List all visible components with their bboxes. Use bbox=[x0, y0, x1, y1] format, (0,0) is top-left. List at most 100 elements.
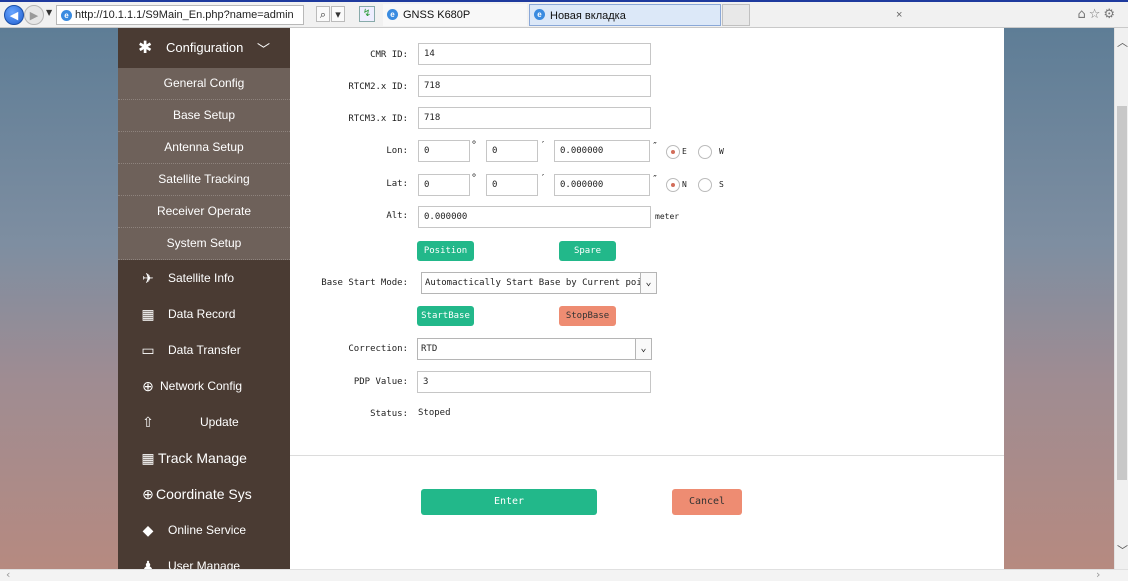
chevron-down-icon: ⌄ bbox=[635, 339, 651, 359]
submenu-base-setup[interactable]: Base Setup bbox=[118, 100, 290, 132]
spare-button[interactable]: Spare bbox=[559, 241, 616, 261]
sidebar-item-data-transfer[interactable]: ▭ Data Transfer bbox=[118, 332, 290, 368]
sidebar-item-track-manage[interactable]: ▦ Track Manage bbox=[118, 440, 290, 476]
correction-select[interactable]: RTD ⌄ bbox=[417, 338, 652, 360]
lon-west-label: W bbox=[719, 147, 724, 156]
submenu-satellite-tracking[interactable]: Satellite Tracking bbox=[118, 164, 290, 196]
lon-east-label: E bbox=[682, 147, 687, 156]
pdop-input[interactable]: 3 bbox=[417, 371, 651, 393]
back-button[interactable]: ◀ bbox=[4, 5, 24, 25]
correction-label: Correction: bbox=[348, 344, 408, 354]
divider bbox=[290, 455, 1004, 456]
lat-south-radio[interactable] bbox=[698, 178, 712, 192]
history-dropdown-icon[interactable]: ▼ bbox=[46, 8, 52, 17]
compatibility-icon[interactable]: ↯ bbox=[359, 6, 375, 22]
lat-north-radio[interactable] bbox=[666, 178, 680, 192]
minute-symbol: ′ bbox=[540, 173, 547, 184]
address-bar[interactable]: e http://10.1.1.1/S9Main_En.php?name=adm… bbox=[56, 5, 304, 25]
vertical-scrollbar[interactable]: ︿ ﹀ bbox=[1114, 28, 1128, 569]
rtcm3-id-label: RTCM3.x ID: bbox=[348, 114, 408, 124]
lat-south-label: S bbox=[719, 180, 724, 189]
lat-degrees-input[interactable]: 0 bbox=[418, 174, 470, 196]
tab-gnss[interactable]: e GNSS K680P × bbox=[383, 4, 902, 26]
sidebar: ✱ Configuration ﹀ General Config Base Se… bbox=[118, 28, 290, 569]
sidebar-item-label: Track Manage bbox=[158, 450, 247, 466]
globe-icon: ⊕ bbox=[142, 378, 154, 394]
lon-seconds-input[interactable]: 0.000000 bbox=[554, 140, 650, 162]
satellite-icon: ✈ bbox=[142, 270, 154, 286]
alt-label: Alt: bbox=[386, 211, 408, 221]
correction-value: RTD bbox=[421, 344, 438, 354]
sidebar-item-label: Configuration bbox=[166, 40, 244, 55]
lon-label: Lon: bbox=[386, 146, 408, 156]
lon-east-radio[interactable] bbox=[666, 145, 680, 159]
tab-new-page[interactable]: e Новая вкладка bbox=[529, 4, 721, 26]
start-base-button[interactable]: StartBase bbox=[417, 306, 474, 326]
address-url: http://10.1.1.1/S9Main_En.php?name=admin bbox=[75, 9, 294, 21]
sidebar-item-label: Data Record bbox=[168, 307, 236, 321]
tab-close-icon[interactable]: × bbox=[896, 4, 902, 26]
sidebar-item-data-record[interactable]: ▦ Data Record bbox=[118, 296, 290, 332]
monitor-icon: ▭ bbox=[141, 342, 155, 358]
horizontal-scrollbar[interactable]: ‹ › bbox=[0, 568, 1128, 581]
status-value: Stoped bbox=[418, 408, 451, 418]
sidebar-item-label: User Manage bbox=[168, 559, 241, 569]
chevron-down-icon: ﹀ bbox=[257, 42, 271, 57]
position-button[interactable]: Position bbox=[417, 241, 474, 261]
sidebar-item-coordinate-sys[interactable]: ⊕ Coordinate Sys bbox=[118, 476, 290, 512]
sidebar-item-configuration[interactable]: ✱ Configuration ﹀ bbox=[118, 28, 290, 68]
sidebar-item-label: Online Service bbox=[168, 523, 247, 537]
tab-label: GNSS K680P bbox=[403, 9, 471, 21]
rtcm2-id-input[interactable]: 718 bbox=[418, 75, 651, 97]
submenu-general-config[interactable]: General Config bbox=[118, 68, 290, 100]
submenu-antenna-setup[interactable]: Antenna Setup bbox=[118, 132, 290, 164]
sidebar-item-network-config[interactable]: ⊕ Network Config bbox=[118, 368, 290, 404]
scroll-down-icon[interactable]: ﹀ bbox=[1117, 542, 1128, 558]
submenu-receiver-operate[interactable]: Receiver Operate bbox=[118, 196, 290, 228]
scroll-right-icon[interactable]: › bbox=[1096, 568, 1100, 581]
minute-symbol: ′ bbox=[540, 140, 547, 151]
lat-minutes-input[interactable]: 0 bbox=[486, 174, 538, 196]
alt-unit: meter bbox=[655, 212, 680, 221]
browser-toolbar: ◀ ▶ ▼ e http://10.1.1.1/S9Main_En.php?na… bbox=[0, 2, 1128, 28]
lon-degrees-input[interactable]: 0 bbox=[418, 140, 470, 162]
lon-minutes-input[interactable]: 0 bbox=[486, 140, 538, 162]
globe-icon: ⊕ bbox=[142, 486, 154, 502]
sidebar-item-online-service[interactable]: ◆ Online Service bbox=[118, 512, 290, 548]
forward-button[interactable]: ▶ bbox=[24, 5, 44, 25]
ie-page-icon: e bbox=[61, 10, 72, 21]
sidebar-item-update[interactable]: ⇧ Update bbox=[118, 404, 290, 440]
scrollbar-thumb[interactable] bbox=[1117, 106, 1127, 480]
tools-icon: ✱ bbox=[138, 38, 153, 57]
cube-icon: ◆ bbox=[142, 522, 154, 538]
lon-west-radio[interactable] bbox=[698, 145, 712, 159]
upload-icon: ⇧ bbox=[142, 414, 154, 430]
search-icon[interactable]: ⌕ bbox=[316, 6, 330, 22]
lat-label: Lat: bbox=[386, 179, 408, 189]
base-start-mode-label: Base Start Mode: bbox=[321, 278, 408, 288]
tab-label: Новая вкладка bbox=[550, 10, 626, 22]
sidebar-item-user-manage[interactable]: ♟ User Manage bbox=[118, 548, 290, 569]
rtcm3-id-input[interactable]: 718 bbox=[418, 107, 651, 129]
alt-input[interactable]: 0.000000 bbox=[418, 206, 651, 228]
stop-base-button[interactable]: StopBase bbox=[559, 306, 616, 326]
cancel-button[interactable]: Cancel bbox=[672, 489, 742, 515]
browser-toolbar-icons[interactable]: ⌂☆⚙ bbox=[1077, 7, 1118, 22]
enter-button[interactable]: Enter bbox=[421, 489, 597, 515]
sidebar-item-label: Update bbox=[200, 415, 239, 429]
submenu-system-setup[interactable]: System Setup bbox=[118, 228, 290, 260]
sidebar-item-satellite-info[interactable]: ✈ Satellite Info bbox=[118, 260, 290, 296]
page-background: ✱ Configuration ﹀ General Config Base Se… bbox=[0, 28, 1114, 569]
base-start-mode-select[interactable]: Automactically Start Base by Current poi… bbox=[421, 272, 657, 294]
scroll-up-icon[interactable]: ︿ bbox=[1117, 34, 1128, 50]
new-tab-button[interactable] bbox=[722, 4, 750, 26]
ie-tab-icon: e bbox=[387, 9, 398, 20]
scroll-left-icon[interactable]: ‹ bbox=[6, 568, 10, 581]
address-dropdown-icon[interactable]: ▾ bbox=[331, 6, 345, 22]
sidebar-item-label: Satellite Info bbox=[168, 271, 235, 285]
lat-seconds-input[interactable]: 0.000000 bbox=[554, 174, 650, 196]
ie-tab-icon: e bbox=[534, 9, 545, 20]
calendar-icon: ▦ bbox=[141, 450, 155, 466]
base-start-mode-value: Automactically Start Base by Current poi… bbox=[425, 278, 653, 288]
cmr-id-input[interactable]: 14 bbox=[418, 43, 651, 65]
